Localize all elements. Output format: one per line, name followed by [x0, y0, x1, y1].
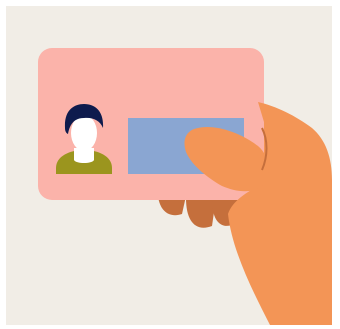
id-card-illustration	[0, 0, 340, 329]
